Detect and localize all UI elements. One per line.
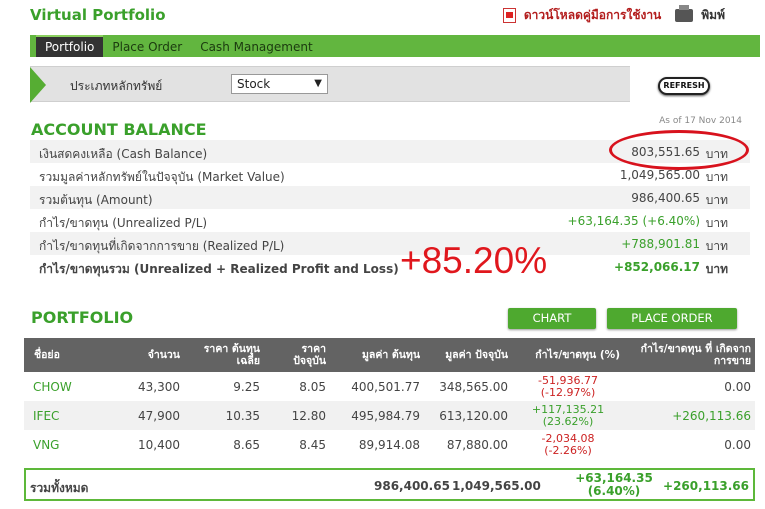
price-cell: 8.05	[299, 379, 326, 394]
as-of-date: As of 17 Nov 2014	[659, 116, 742, 126]
realized-cell: 0.00	[724, 379, 751, 394]
security-type-select[interactable]: Stock ▼	[231, 74, 328, 94]
total-return-annotation: +85.20%	[400, 240, 548, 281]
realized-cell: 0.00	[724, 437, 751, 452]
chart-button[interactable]: CHART	[508, 308, 596, 329]
total-cost: 986,400.65	[374, 479, 450, 493]
col-realized: กำไร/ขาดทุน ที่ เกิดจากการขาย	[624, 338, 755, 372]
balance-label: รวมมูลค่าหลักทรัพย์ในปัจจุบัน (Market Va…	[39, 170, 285, 184]
pl-cell: -51,936.77 (-12.97%)	[538, 373, 598, 399]
qty-cell: 43,300	[138, 379, 180, 394]
refresh-button[interactable]: REFRESH	[658, 77, 710, 95]
pdf-icon[interactable]	[502, 8, 516, 23]
tab-portfolio[interactable]: Portfolio	[36, 35, 104, 57]
table-row: IFEC 47,900 10.35 12.80 495,984.79 613,1…	[24, 401, 755, 430]
balance-row-unrealized: กำไร/ขาดทุน (Unrealized P/L) +63,164.35 …	[30, 209, 750, 232]
pl-cell: +117,135.21 (23.62%)	[512, 401, 624, 430]
tab-place-order[interactable]: Place Order	[103, 37, 191, 57]
cost-cell: 89,914.08	[358, 437, 420, 452]
balance-label: รวมต้นทุน (Amount)	[39, 193, 153, 207]
total-pl: +63,164.35 (6.40%)	[575, 471, 653, 498]
symbol-link[interactable]: IFEC	[24, 401, 114, 430]
balance-row-amount: รวมต้นทุน (Amount) 986,400.65 บาท	[30, 186, 750, 209]
balance-row-total: กำไร/ขาดทุนรวม (Unrealized + Realized Pr…	[30, 255, 750, 278]
balance-label: กำไร/ขาดทุน (Unrealized P/L)	[39, 216, 208, 230]
avg-cell: 8.65	[233, 437, 260, 452]
account-balance-title: ACCOUNT BALANCE	[31, 120, 207, 139]
price-cell: 8.45	[299, 437, 326, 452]
qty-cell: 47,900	[114, 401, 184, 430]
col-cost: มูลค่า ต้นทุน	[330, 338, 424, 372]
col-symbol: ชื่อย่อ	[24, 338, 114, 372]
table-header: ชื่อย่อ จำนวน ราคา ต้นทุนเฉลี่ย ราคา ปัจ…	[24, 338, 755, 372]
total-mv: 1,049,565.00	[452, 479, 541, 493]
price-cell: 12.80	[264, 401, 330, 430]
cost-cell: 400,501.77	[351, 379, 420, 394]
chevron-down-icon: ▼	[314, 78, 322, 89]
balance-unit: บาท	[705, 262, 728, 276]
col-qty: จำนวน	[114, 338, 184, 372]
avg-cell: 10.35	[184, 401, 264, 430]
avg-cell: 9.25	[233, 379, 260, 394]
balance-value: 1,049,565.00	[619, 168, 700, 182]
print-link[interactable]: พิมพ์	[701, 6, 725, 25]
col-market-value: มูลค่า ปัจจุบัน	[424, 338, 512, 372]
symbol-link[interactable]: CHOW	[24, 372, 114, 401]
balance-label: เงินสดคงเหลือ (Cash Balance)	[39, 147, 208, 161]
col-pl: กำไร/ขาดทุน (%)	[512, 338, 624, 372]
total-realized: +260,113.66	[663, 479, 749, 493]
place-order-button[interactable]: PLACE ORDER	[607, 308, 737, 329]
tab-cash-management[interactable]: Cash Management	[191, 37, 321, 57]
balance-label: กำไร/ขาดทุนรวม (Unrealized + Realized Pr…	[39, 262, 399, 276]
portfolio-title: PORTFOLIO	[31, 308, 134, 327]
balance-value: +852,066.17	[614, 260, 700, 274]
balance-value: +788,901.81	[621, 237, 700, 251]
col-price: ราคา ปัจจุบัน	[264, 338, 330, 372]
mv-cell: 87,880.00	[446, 437, 508, 452]
portfolio-table: ชื่อย่อ จำนวน ราคา ต้นทุนเฉลี่ย ราคา ปัจ…	[24, 338, 755, 459]
page-title: Virtual Portfolio	[30, 6, 166, 24]
pl-cell: -2,034.08 (-2.26%)	[541, 431, 595, 457]
balance-unit: บาท	[705, 216, 728, 230]
arrow-icon	[30, 67, 46, 103]
main-nav: Portfolio Place Order Cash Management	[30, 35, 760, 57]
table-row: VNG 10,400 8.65 8.45 89,914.08 87,880.00…	[24, 430, 755, 459]
realized-cell: +260,113.66	[624, 401, 755, 430]
qty-cell: 10,400	[138, 437, 180, 452]
symbol-link[interactable]: VNG	[24, 430, 114, 459]
security-type-filter: ประเภทหลักทรัพย์ Stock ▼	[30, 66, 630, 103]
download-manual-link[interactable]: ดาวน์โหลดคู่มือการใช้งาน	[524, 6, 661, 25]
balance-row-realized: กำไร/ขาดทุนที่เกิดจากการขาย (Realized P/…	[30, 232, 750, 255]
total-label: รวมทั้งหมด	[30, 481, 89, 495]
security-type-value: Stock	[237, 77, 271, 91]
balance-unit: บาท	[705, 170, 728, 184]
balance-unit: บาท	[705, 193, 728, 207]
mv-cell: 613,120.00	[424, 401, 512, 430]
balance-value: +63,164.35 (+6.40%)	[567, 214, 700, 228]
balance-label: กำไร/ขาดทุนที่เกิดจากการขาย (Realized P/…	[39, 239, 285, 253]
cash-highlight-circle	[609, 130, 749, 170]
col-avg-cost: ราคา ต้นทุนเฉลี่ย	[184, 338, 264, 372]
top-links: ดาวน์โหลดคู่มือการใช้งาน พิมพ์	[502, 5, 725, 25]
balance-unit: บาท	[705, 239, 728, 253]
security-type-label: ประเภทหลักทรัพย์	[70, 79, 163, 93]
balance-value: 986,400.65	[631, 191, 700, 205]
table-row: CHOW 43,300 9.25 8.05 400,501.77 348,565…	[24, 372, 755, 401]
cost-cell: 495,984.79	[330, 401, 424, 430]
mv-cell: 348,565.00	[439, 379, 508, 394]
total-row: รวมทั้งหมด 986,400.65 1,049,565.00 +63,1…	[24, 468, 755, 501]
printer-icon[interactable]	[675, 5, 694, 22]
